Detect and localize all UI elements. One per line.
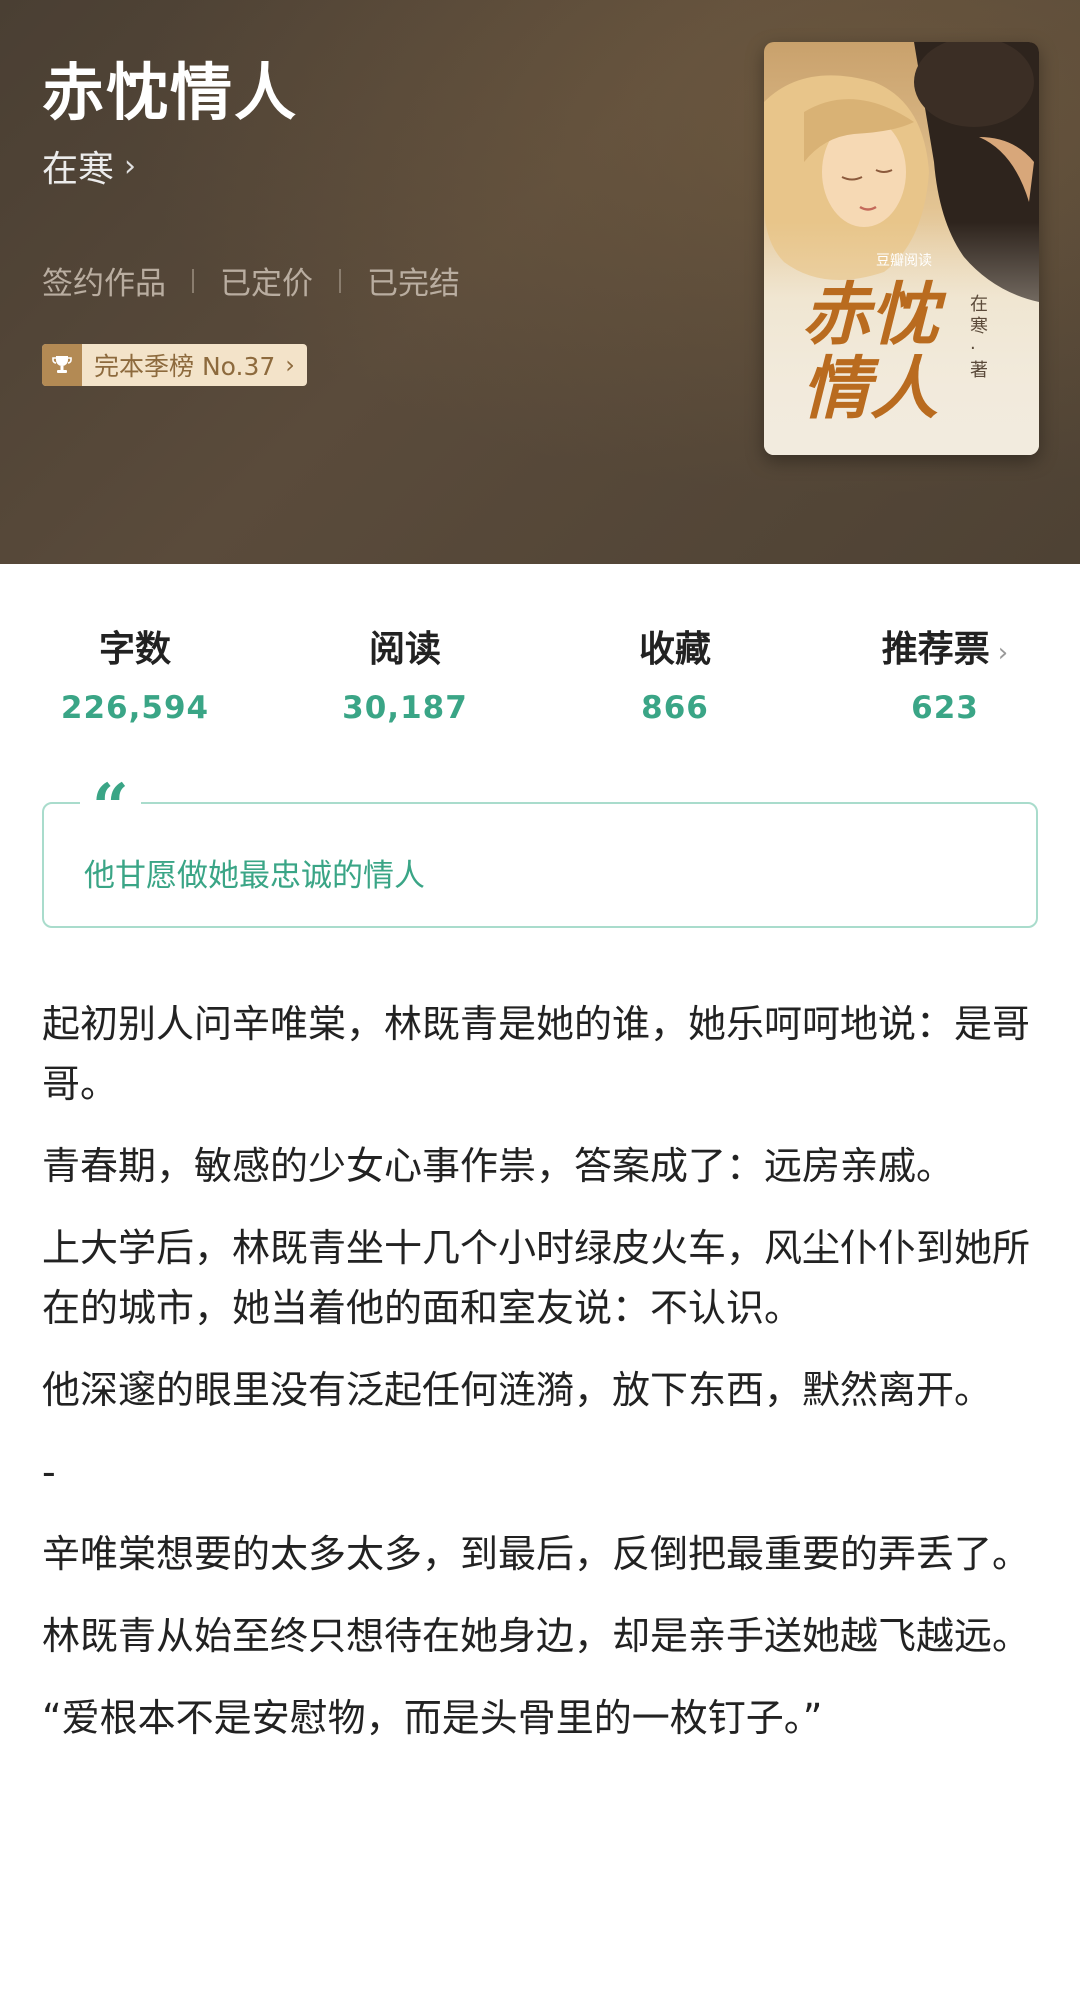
stat-word-count: 字数 226,594 [0, 620, 270, 740]
stat-recommend-votes[interactable]: 推荐票 › 623 [810, 620, 1080, 740]
tagline-text: 他甘愿做她最忠诚的情人 [84, 858, 425, 894]
tag-contract: 签约作品 [42, 266, 166, 302]
chevron-right-icon: › [997, 638, 1009, 668]
synopsis-paragraph: 辛唯棠想要的太多太多，到最后，反倒把最重要的弄丢了。 [42, 1532, 1031, 1576]
tag-divider [339, 268, 341, 293]
stat-label: 推荐票 › [810, 620, 1080, 672]
stat-reads: 阅读 30,187 [270, 620, 540, 740]
synopsis-paragraph: 青春期，敏感的少女心事作祟，答案成了：远房亲戚。 [42, 1144, 955, 1188]
cover-author-credit: 在寒·著 [970, 294, 988, 381]
book-header: 赤忱情人 在寒 › 签约作品 已定价 已完结 完本季榜 No.37 › 豆瓣阅读… [0, 0, 1080, 564]
tag-completed: 已完结 [367, 266, 460, 302]
synopsis: 起初别人问辛唯棠，林既青是她的谁，她乐呵呵地说：是哥哥。 青春期，敏感的少女心事… [42, 994, 1038, 1770]
stat-value: 623 [911, 690, 979, 726]
stat-favorites: 收藏 866 [540, 620, 810, 740]
synopsis-divider: - [42, 1450, 56, 1494]
stat-value: 30,187 [342, 690, 468, 726]
synopsis-paragraph: “爱根本不是安慰物，而是头骨里的一枚钉子。” [42, 1696, 823, 1740]
book-stats: 字数 226,594 阅读 30,187 收藏 866 推荐票 › 623 [0, 620, 1080, 740]
cover-title: 赤忱情人 [802, 275, 939, 429]
author-link[interactable]: 在寒 › [42, 140, 136, 192]
rank-badge[interactable]: 完本季榜 No.37 › [42, 344, 307, 386]
chevron-right-icon: › [285, 351, 295, 379]
tagline-box: “ 他甘愿做她最忠诚的情人 [42, 776, 1038, 928]
tag-divider [192, 268, 194, 293]
synopsis-paragraph: 他深邃的眼里没有泛起任何涟漪，放下东西，默然离开。 [42, 1368, 993, 1412]
book-cover[interactable]: 豆瓣阅读 赤忱情人 在寒·著 [764, 42, 1039, 455]
synopsis-paragraph: 林既青从始至终只想待在她身边，却是亲手送她越飞越远。 [42, 1614, 1031, 1658]
trophy-icon [42, 344, 82, 386]
book-tags: 签约作品 已定价 已完结 [42, 258, 460, 303]
quote-mark-icon: “ [80, 776, 141, 840]
stat-label: 收藏 [638, 629, 711, 670]
stat-label-text: 推荐票 [881, 629, 990, 670]
tag-priced: 已定价 [220, 266, 313, 302]
book-title: 赤忱情人 [42, 56, 299, 129]
cover-publisher: 豆瓣阅读 [876, 253, 932, 269]
synopsis-paragraph: 起初别人问辛唯棠，林既青是她的谁，她乐呵呵地说：是哥哥。 [42, 1002, 1031, 1106]
stat-value: 866 [641, 690, 709, 726]
stat-label: 字数 [98, 629, 171, 670]
chevron-right-icon: › [124, 148, 137, 184]
stat-value: 226,594 [60, 690, 210, 726]
synopsis-paragraph: 上大学后，林既青坐十几个小时绿皮火车，风尘仆仆到她所在的城市，她当着他的面和室友… [42, 1226, 1031, 1330]
rank-badge-label: 完本季榜 No.37 [94, 352, 276, 381]
author-name: 在寒 [42, 149, 115, 190]
stat-label: 阅读 [368, 629, 441, 670]
